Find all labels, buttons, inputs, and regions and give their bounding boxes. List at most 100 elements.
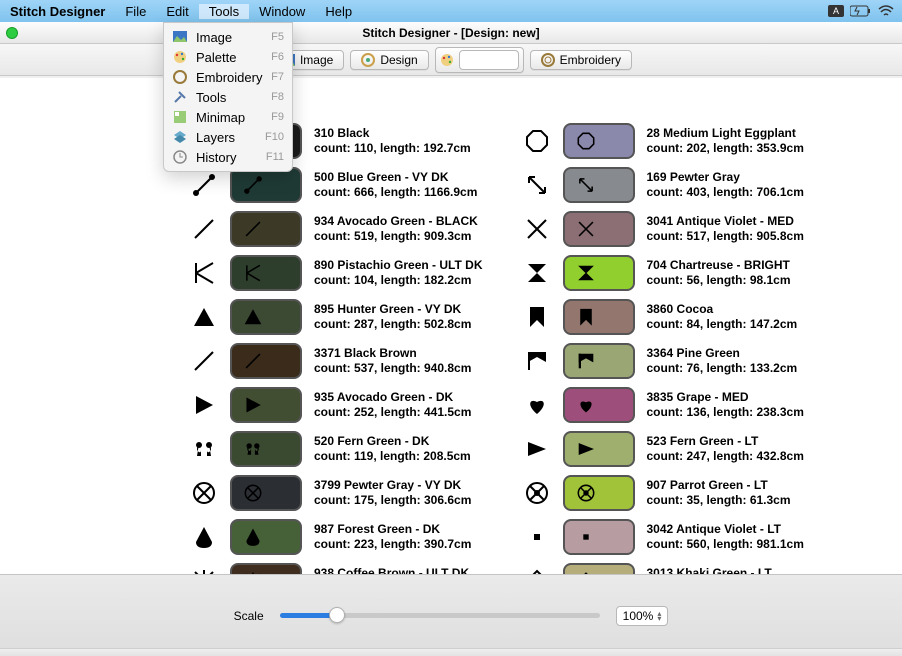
swatch-symbol-icon <box>575 130 597 152</box>
symbol-arrows-icon <box>523 171 551 199</box>
menu-item-palette[interactable]: PaletteF6 <box>164 47 292 67</box>
color-swatch[interactable] <box>230 387 302 423</box>
window-title: Stitch Designer - [Design: new] <box>362 26 539 40</box>
scale-value-box[interactable]: 100% ▴▾ <box>616 606 669 626</box>
menu-item-minimap[interactable]: MinimapF9 <box>164 107 292 127</box>
palette-item[interactable]: 3860 Cocoacount: 84, length: 147.2cm <box>523 296 804 338</box>
palette-item-text: 523 Fern Green - LTcount: 247, length: 4… <box>647 434 804 464</box>
color-swatch[interactable] <box>230 167 302 203</box>
toolbar-design-button[interactable]: Design <box>350 50 428 70</box>
thread-name: 520 Fern Green - DK <box>314 434 471 449</box>
color-swatch[interactable] <box>563 123 635 159</box>
palette-item[interactable]: 169 Pewter Graycount: 403, length: 706.1… <box>523 164 804 206</box>
menu-window[interactable]: Window <box>249 4 315 19</box>
palette-item-text: 935 Avocado Green - DKcount: 252, length… <box>314 390 471 420</box>
palette-item-text: 704 Chartreuse - BRIGHTcount: 56, length… <box>647 258 791 288</box>
thread-stats: count: 537, length: 940.8cm <box>314 361 471 376</box>
traffic-light-green[interactable] <box>6 27 18 39</box>
thread-stats: count: 76, length: 133.2cm <box>647 361 798 376</box>
scale-slider[interactable] <box>280 613 600 618</box>
scale-slider-thumb[interactable] <box>329 607 345 623</box>
palette-item[interactable]: 935 Avocado Green - DKcount: 252, length… <box>190 384 483 426</box>
palette-item[interactable]: 3799 Pewter Gray - VY DKcount: 175, leng… <box>190 472 483 514</box>
color-swatch[interactable] <box>230 299 302 335</box>
palette-item[interactable]: 3041 Antique Violet - MEDcount: 517, len… <box>523 208 804 250</box>
palette-item[interactable]: 3364 Pine Greencount: 76, length: 133.2c… <box>523 340 804 382</box>
swatch-symbol-icon <box>575 306 597 328</box>
palette-item[interactable]: 938 Coffee Brown - ULT DKcount: 43, leng… <box>190 560 483 574</box>
thread-stats: count: 252, length: 441.5cm <box>314 405 471 420</box>
palette-item[interactable]: 3371 Black Browncount: 537, length: 940.… <box>190 340 483 382</box>
swatch-symbol-icon <box>575 438 597 460</box>
palette-item[interactable]: 3013 Khaki Green - LTcount: 183, length:… <box>523 560 804 574</box>
thread-name: 500 Blue Green - VY DK <box>314 170 477 185</box>
color-swatch[interactable] <box>563 563 635 574</box>
color-swatch[interactable] <box>230 211 302 247</box>
thread-stats: count: 56, length: 98.1cm <box>647 273 791 288</box>
menu-item-history[interactable]: HistoryF11 <box>164 147 292 167</box>
symbol-hourglass-icon <box>523 259 551 287</box>
palette-item[interactable]: 934 Avocado Green - BLACKcount: 519, len… <box>190 208 483 250</box>
swatch-symbol-icon <box>242 218 264 240</box>
symbol-star-icon <box>190 567 218 574</box>
menu-help[interactable]: Help <box>315 4 362 19</box>
palette-item[interactable]: 28 Medium Light Eggplantcount: 202, leng… <box>523 120 804 162</box>
thread-name: 310 Black <box>314 126 471 141</box>
thread-stats: count: 119, length: 208.5cm <box>314 449 471 464</box>
scale-stepper[interactable]: ▴▾ <box>657 611 661 621</box>
thread-name: 3041 Antique Violet - MED <box>647 214 804 229</box>
palette-item[interactable]: 523 Fern Green - LTcount: 247, length: 4… <box>523 428 804 470</box>
toolbar-color-input[interactable] <box>459 50 519 70</box>
color-swatch[interactable] <box>230 475 302 511</box>
palette-item-text: 3042 Antique Violet - LTcount: 560, leng… <box>647 522 804 552</box>
menu-item-tools[interactable]: ToolsF8 <box>164 87 292 107</box>
color-swatch[interactable] <box>563 299 635 335</box>
swatch-symbol-icon <box>242 350 264 372</box>
toolbar-embroidery-button[interactable]: Embroidery <box>530 50 632 70</box>
color-swatch[interactable] <box>230 519 302 555</box>
system-menubar: Stitch Designer FileEditToolsWindowHelp … <box>0 0 902 22</box>
menu-edit[interactable]: Edit <box>156 4 198 19</box>
menu-tools[interactable]: Tools <box>199 4 249 19</box>
symbol-flag-icon <box>523 347 551 375</box>
color-swatch[interactable] <box>230 563 302 574</box>
color-swatch[interactable] <box>563 211 635 247</box>
palette-panel: 310 Blackcount: 110, length: 192.7cm500 … <box>0 78 902 574</box>
palette-item[interactable]: 895 Hunter Green - VY DKcount: 287, leng… <box>190 296 483 338</box>
palette-item[interactable]: 3835 Grape - MEDcount: 136, length: 238.… <box>523 384 804 426</box>
menu-item-embroidery[interactable]: EmbroideryF7 <box>164 67 292 87</box>
color-swatch[interactable] <box>563 519 635 555</box>
color-swatch[interactable] <box>563 387 635 423</box>
thread-name: 935 Avocado Green - DK <box>314 390 471 405</box>
palette-item[interactable]: 907 Parrot Green - LTcount: 35, length: … <box>523 472 804 514</box>
palette-item[interactable]: 987 Forest Green - DKcount: 223, length:… <box>190 516 483 558</box>
palette-item[interactable]: 704 Chartreuse - BRIGHTcount: 56, length… <box>523 252 804 294</box>
color-swatch[interactable] <box>563 343 635 379</box>
toolbar-design-label: Design <box>380 53 417 67</box>
color-swatch[interactable] <box>230 255 302 291</box>
symbol-spades-icon <box>190 435 218 463</box>
color-swatch[interactable] <box>563 431 635 467</box>
color-swatch[interactable] <box>563 255 635 291</box>
color-swatch[interactable] <box>563 167 635 203</box>
palette-item[interactable]: 890 Pistachio Green - ULT DKcount: 104, … <box>190 252 483 294</box>
symbol-bookmark-icon <box>523 303 551 331</box>
menu-item-layers[interactable]: LayersF10 <box>164 127 292 147</box>
palette-item-text: 3364 Pine Greencount: 76, length: 133.2c… <box>647 346 798 376</box>
img-icon <box>172 29 188 45</box>
hoop-icon <box>172 69 188 85</box>
palette-item-text: 169 Pewter Graycount: 403, length: 706.1… <box>647 170 804 200</box>
swatch-symbol-icon <box>575 218 597 240</box>
toolbar-color-button[interactable] <box>435 47 524 73</box>
menu-file[interactable]: File <box>115 4 156 19</box>
palette-item[interactable]: 520 Fern Green - DKcount: 119, length: 2… <box>190 428 483 470</box>
thread-name: 907 Parrot Green - LT <box>647 478 791 493</box>
palette-column-right: 28 Medium Light Eggplantcount: 202, leng… <box>523 120 804 574</box>
thread-stats: count: 247, length: 432.8cm <box>647 449 804 464</box>
color-swatch[interactable] <box>230 343 302 379</box>
color-swatch[interactable] <box>230 431 302 467</box>
palette-item[interactable]: 3042 Antique Violet - LTcount: 560, leng… <box>523 516 804 558</box>
menu-item-image[interactable]: ImageF5 <box>164 27 292 47</box>
color-swatch[interactable] <box>563 475 635 511</box>
status-icons: A <box>828 5 894 17</box>
